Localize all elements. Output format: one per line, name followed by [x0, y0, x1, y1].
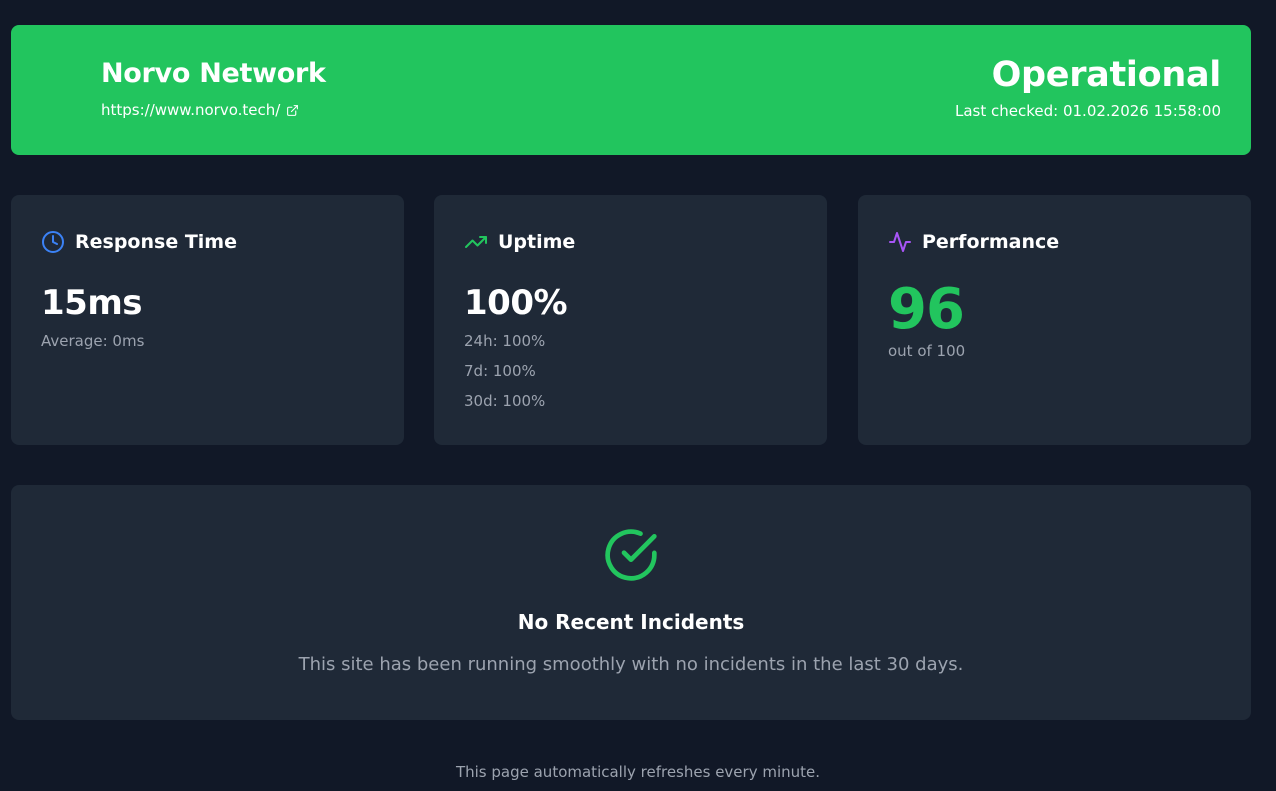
incidents-title: No Recent Incidents — [517, 610, 745, 634]
site-url-text: https://www.norvo.tech/ — [101, 101, 281, 119]
uptime-7d: 7d: 100% — [464, 362, 536, 380]
uptime-24h: 24h: 100% — [464, 332, 546, 350]
external-link-icon — [287, 104, 299, 116]
trending-up-icon — [465, 236, 487, 248]
performance-scale: out of 100 — [888, 342, 966, 360]
status-page: Norvo Network https://www.norvo.tech/ Op… — [0, 0, 1276, 791]
performance-score: 96 — [888, 277, 965, 342]
activity-icon — [889, 232, 911, 252]
status-banner: Norvo Network https://www.norvo.tech/ Op… — [11, 25, 1251, 155]
clock-icon — [42, 231, 64, 253]
uptime-title: Uptime — [498, 231, 576, 253]
auto-refresh-note: This page automatically refreshes every … — [455, 763, 821, 781]
last-checked-timestamp: Last checked: 01.02.2026 15:58:00 — [955, 102, 1221, 120]
performance-title: Performance — [922, 231, 1060, 253]
uptime-header: Uptime — [464, 230, 575, 254]
site-url-link[interactable]: https://www.norvo.tech/ — [101, 101, 299, 119]
performance-card: Performance 96 out of 100 — [858, 195, 1251, 445]
uptime-card: Uptime 100% 24h: 100% 7d: 100% 30d: 100% — [434, 195, 827, 445]
incidents-message: This site has been running smoothly with… — [298, 654, 964, 675]
check-circle-icon — [605, 529, 657, 581]
site-name: Norvo Network — [101, 58, 326, 89]
response-time-header: Response Time — [41, 230, 237, 254]
incidents-panel: No Recent Incidents This site has been r… — [11, 485, 1251, 720]
performance-header: Performance — [888, 230, 1059, 254]
uptime-30d: 30d: 100% — [464, 392, 546, 410]
response-time-average: Average: 0ms — [41, 332, 145, 350]
response-time-value: 15ms — [41, 283, 142, 323]
response-time-card: Response Time 15ms Average: 0ms — [11, 195, 404, 445]
response-time-title: Response Time — [75, 231, 237, 253]
status-label: Operational — [991, 55, 1222, 95]
uptime-value: 100% — [464, 283, 568, 323]
